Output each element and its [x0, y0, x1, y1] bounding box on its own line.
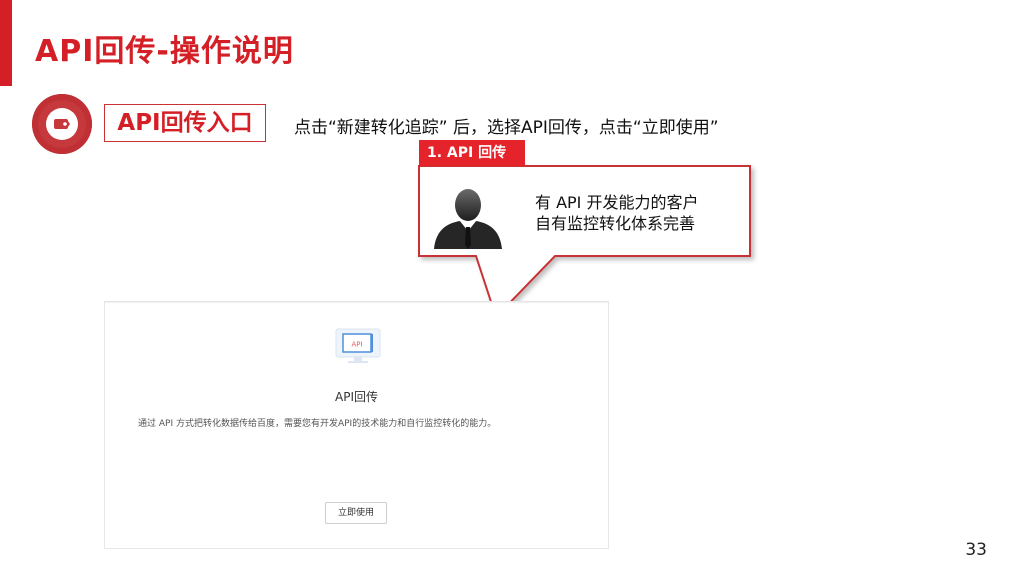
callout-text: 有 API 开发能力的客户 自有监控转化体系完善: [535, 192, 699, 234]
step-tag: 1. API 回传: [419, 140, 525, 166]
callout-line-1: 有 API 开发能力的客户: [535, 193, 699, 212]
card-title: API回传: [335, 390, 378, 404]
card-description: 通过 API 方式把转化数据传给百度，需要您有开发API的技术能力和自行监控转化…: [138, 419, 497, 429]
api-callback-card: API API回传 通过 API 方式把转化数据传给百度，需要您有开发API的技…: [104, 301, 609, 549]
businessman-avatar-icon: [434, 189, 502, 249]
page-number: 33: [965, 540, 987, 560]
callout-line-2: 自有监控转化体系完善: [535, 214, 696, 233]
api-icon-label: API: [351, 341, 362, 349]
use-now-button[interactable]: 立即使用: [325, 502, 387, 524]
slide: API回传-操作说明 API回传入口 点击“新建转化追踪” 后，选择API回传，…: [0, 0, 1024, 576]
api-monitor-icon: API: [334, 327, 382, 371]
